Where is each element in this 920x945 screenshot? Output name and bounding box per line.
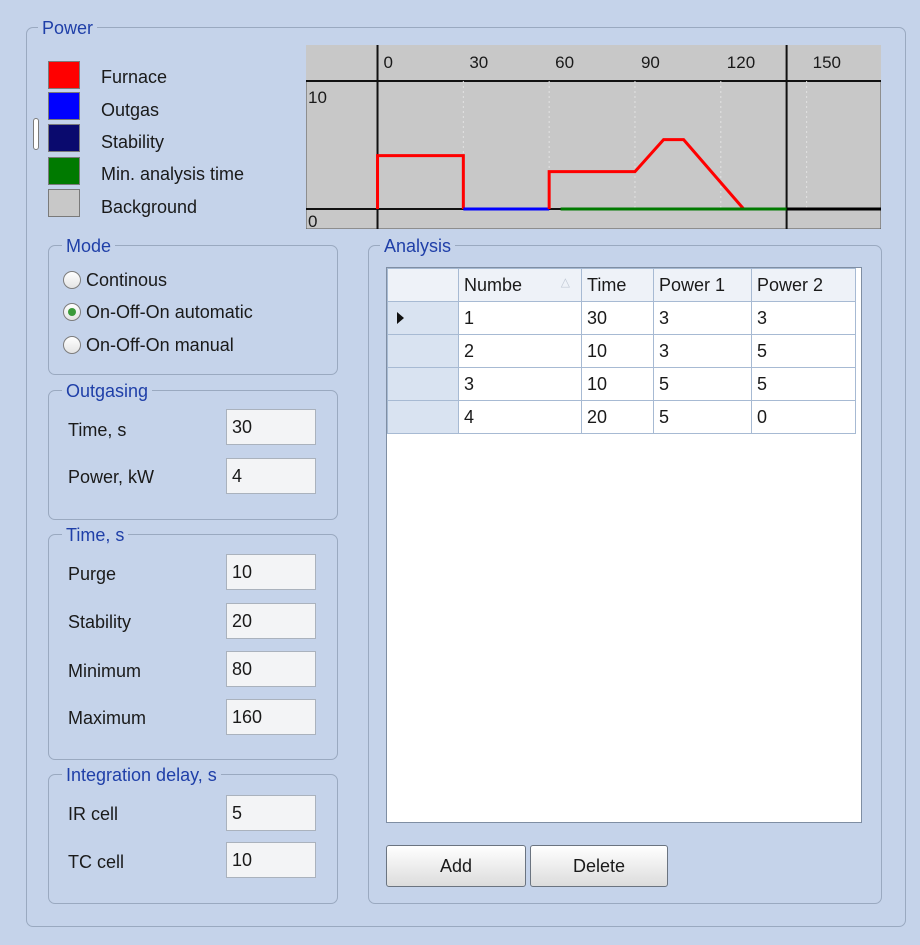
table-row[interactable]: 3 10 5 5 [387, 367, 856, 401]
radio-continous[interactable] [63, 271, 81, 289]
chart-x-tick-label: 0 [384, 53, 393, 72]
cell-power-1[interactable]: 3 [653, 334, 752, 368]
legend-label-stability: Stability [101, 132, 165, 152]
radio-label-on-off-on-automatic[interactable]: On-Off-On automatic [86, 301, 253, 323]
chart-x-tick-label: 30 [469, 53, 488, 72]
row-header[interactable] [387, 400, 459, 434]
power-chart: 0 30 60 90 120 150 10 0 [306, 45, 881, 229]
cell-numbe[interactable]: 4 [458, 400, 582, 434]
minimum-input[interactable]: 80 [226, 651, 316, 687]
table-row[interactable]: 4 20 5 0 [387, 400, 856, 434]
maximum-input[interactable]: 160 [226, 699, 316, 735]
chart-x-tick-label: 90 [641, 53, 660, 72]
stability-label: Stability [68, 612, 132, 632]
cell-power-1[interactable]: 5 [653, 367, 752, 401]
column-header-numbe[interactable]: Numbe △ [458, 268, 582, 302]
column-header-power-2[interactable]: Power 2 [751, 268, 856, 302]
purge-input[interactable]: 10 [226, 554, 316, 590]
legend-label-furnace: Furnace [101, 67, 168, 87]
cell-power-2[interactable]: 3 [751, 301, 856, 335]
chart-x-tick-label: 120 [727, 53, 755, 72]
chart-x-tick-label: 150 [813, 53, 841, 72]
header-corner [387, 268, 459, 302]
row-header[interactable] [387, 367, 459, 401]
outgas-power-label: Power, kW [68, 467, 155, 487]
add-button[interactable]: Add [386, 845, 526, 887]
ir-cell-input[interactable]: 5 [226, 795, 316, 831]
analysis-table: Numbe △ Time Power 1 Power 2 1 30 3 3 2 1… [387, 268, 856, 434]
chart-y-tick-label: 10 [308, 88, 327, 107]
sort-ascending-icon: △ [560, 274, 570, 289]
mode-group-title: Mode [62, 236, 116, 256]
legend-label-background: Background [101, 197, 198, 217]
table-row[interactable]: 2 10 3 5 [387, 334, 856, 368]
current-row-arrow-icon [397, 311, 404, 324]
time-group-title: Time, s [62, 525, 129, 545]
chart-x-tick-label: 60 [555, 53, 574, 72]
row-header[interactable] [387, 301, 459, 335]
cell-power-1[interactable]: 3 [653, 301, 752, 335]
maximum-label: Maximum [68, 708, 147, 728]
outgasing-group-title: Outgasing [62, 381, 153, 401]
cell-time[interactable]: 10 [581, 334, 654, 368]
table-row[interactable]: 1 30 3 3 [387, 301, 856, 335]
legend-swatch-stability [48, 124, 80, 152]
column-header-power-1[interactable]: Power 1 [653, 268, 752, 302]
splitter-handle[interactable] [33, 118, 39, 150]
column-header-numbe-label: Numbe [464, 274, 523, 295]
radio-label-continous[interactable]: Continous [86, 269, 167, 291]
radio-label-on-off-on-manual[interactable]: On-Off-On manual [86, 334, 234, 356]
outgas-time-input[interactable]: 30 [226, 409, 316, 445]
chart-y-tick-label: 0 [308, 212, 317, 229]
cell-power-2[interactable]: 5 [751, 334, 856, 368]
tc-cell-input[interactable]: 10 [226, 842, 316, 878]
analysis-group-title: Analysis [380, 236, 456, 256]
cell-power-2[interactable]: 0 [751, 400, 856, 434]
analysis-grid[interactable]: Numbe △ Time Power 1 Power 2 1 30 3 3 2 1… [386, 267, 862, 823]
radio-on-off-on-automatic[interactable] [63, 303, 81, 321]
row-header[interactable] [387, 334, 459, 368]
cell-time[interactable]: 20 [581, 400, 654, 434]
integration-delay-group-title: Integration delay, s [62, 765, 221, 785]
power-group-title: Power [38, 18, 98, 38]
legend-label-outgas: Outgas [101, 100, 160, 120]
minimum-label: Minimum [68, 661, 142, 681]
outgas-power-input[interactable]: 4 [226, 458, 316, 494]
column-header-time[interactable]: Time [581, 268, 654, 302]
legend-swatch-outgas [48, 92, 80, 120]
cell-numbe[interactable]: 3 [458, 367, 582, 401]
cell-time[interactable]: 30 [581, 301, 654, 335]
legend-label-min-analysis-time: Min. analysis time [101, 164, 245, 184]
cell-numbe[interactable]: 2 [458, 334, 582, 368]
stability-input[interactable]: 20 [226, 603, 316, 639]
tc-cell-label: TC cell [68, 852, 125, 872]
purge-label: Purge [68, 564, 117, 584]
ir-cell-label: IR cell [68, 804, 119, 824]
delete-button[interactable]: Delete [530, 845, 668, 887]
legend-swatch-furnace [48, 61, 80, 89]
cell-time[interactable]: 10 [581, 367, 654, 401]
cell-numbe[interactable]: 1 [458, 301, 582, 335]
radio-on-off-on-manual[interactable] [63, 336, 81, 354]
table-header-row: Numbe △ Time Power 1 Power 2 [387, 268, 856, 302]
outgas-time-label: Time, s [68, 420, 127, 440]
legend-swatch-background [48, 189, 80, 217]
cell-power-1[interactable]: 5 [653, 400, 752, 434]
integration-delay-group [48, 774, 338, 904]
cell-power-2[interactable]: 5 [751, 367, 856, 401]
legend-swatch-min-analysis-time [48, 157, 80, 185]
